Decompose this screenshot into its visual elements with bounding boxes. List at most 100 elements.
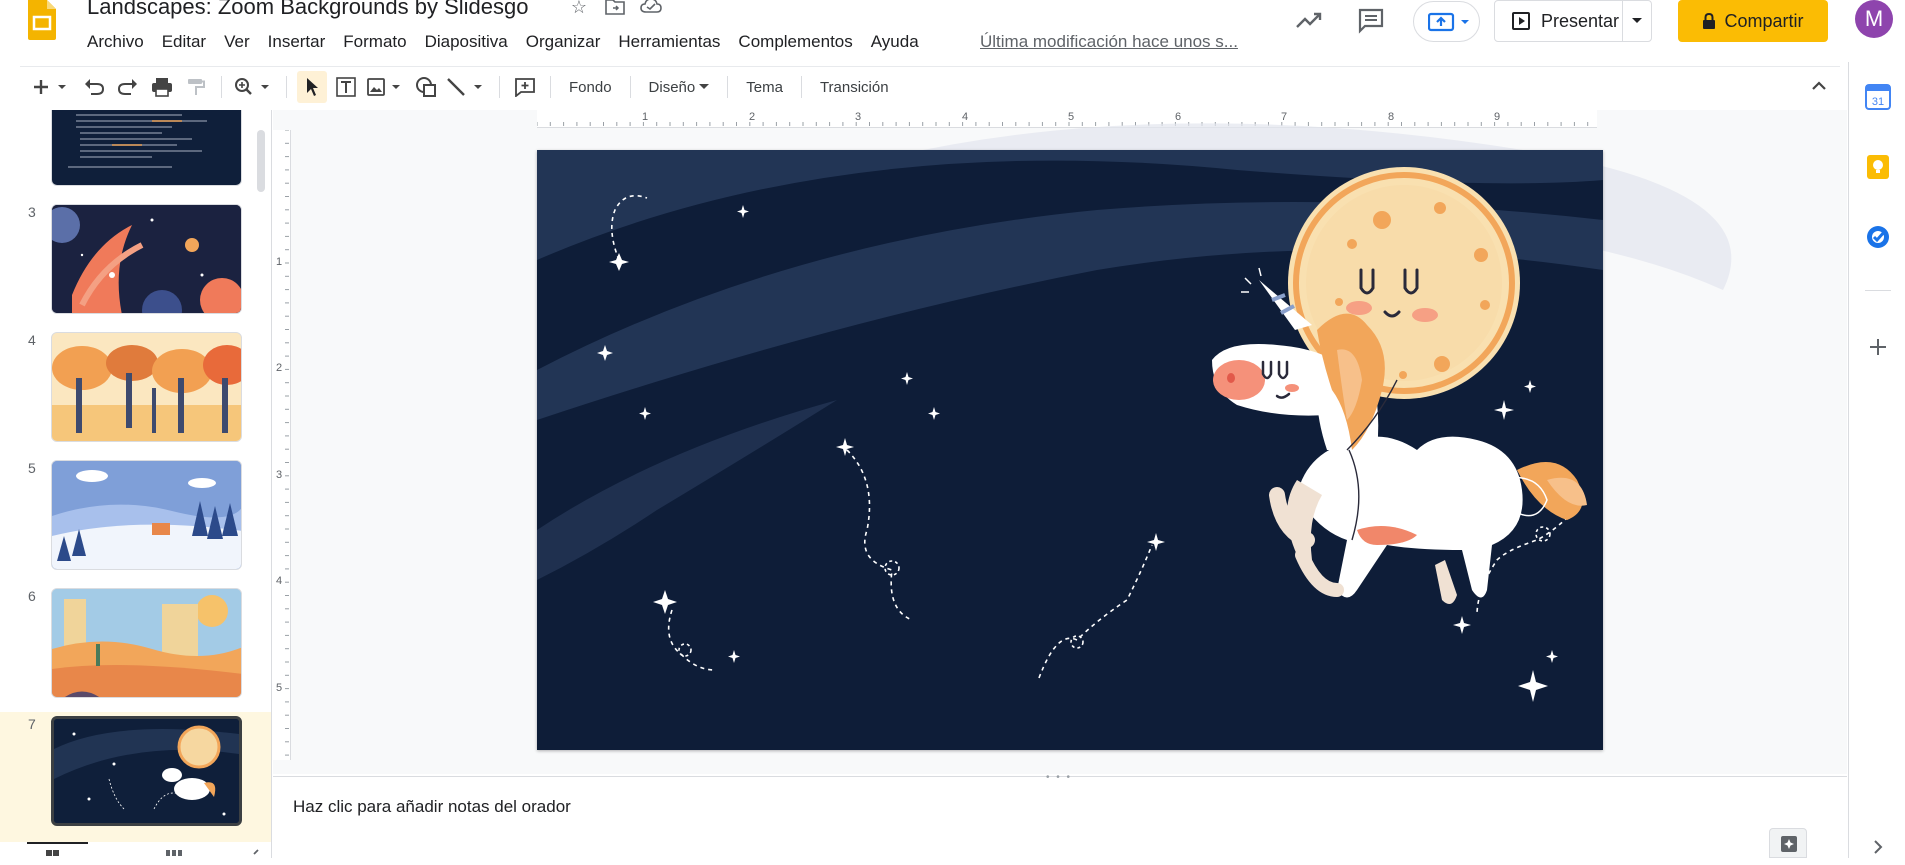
paint-format-button[interactable] [181, 71, 211, 103]
zoom-icon [235, 78, 269, 95]
slide-thumbnail-selected[interactable] [51, 716, 242, 826]
slide-canvas-area[interactable]: 1 2 3 4 5 6 7 8 9 1 2 3 4 5 [273, 110, 1847, 774]
star-icon[interactable]: ☆ [568, 0, 590, 20]
line-icon [447, 78, 482, 96]
meet-present-button[interactable] [1413, 1, 1480, 42]
tasks-icon[interactable] [1865, 224, 1891, 250]
select-tool-button[interactable] [297, 71, 327, 103]
filmstrip-view-controls [0, 842, 271, 858]
image-button[interactable] [365, 71, 407, 103]
zoom-button[interactable] [232, 71, 276, 103]
last-modified-link[interactable]: Última modificación hace unos s... [980, 32, 1238, 52]
menu-archivo[interactable]: Archivo [87, 30, 153, 54]
print-icon [152, 78, 172, 97]
undo-button[interactable] [79, 71, 109, 103]
slide-thumbnail[interactable] [51, 204, 242, 314]
redo-button[interactable] [113, 71, 143, 103]
transition-button[interactable]: Transición [812, 71, 897, 103]
top-bar: Landscapes: Zoom Backgrounds by Slidesgo… [0, 0, 1905, 62]
slide-thumbnail[interactable] [51, 588, 242, 698]
slide-thumbnail-row[interactable]: 5 [0, 460, 271, 584]
menu-complementos[interactable]: Complementos [729, 30, 861, 54]
slide-thumbnail[interactable] [51, 332, 242, 442]
present-options-dropdown[interactable] [1623, 17, 1651, 25]
share-button[interactable]: Compartir [1678, 0, 1828, 42]
speaker-notes-panel[interactable]: • • • Haz clic para añadir notas del ora… [273, 772, 1847, 858]
ruler-number: 2 [276, 362, 283, 374]
select-icon [307, 78, 318, 96]
slide-number: 4 [28, 332, 36, 348]
cloud-saved-icon[interactable] [640, 0, 662, 20]
slide-thumbnail-row[interactable]: 6 [0, 588, 271, 712]
comment-icon[interactable] [1356, 6, 1386, 36]
shape-button[interactable] [411, 71, 441, 103]
chevron-up-icon [1812, 81, 1826, 90]
menu-ver[interactable]: Ver [215, 30, 259, 54]
print-button[interactable] [147, 71, 177, 103]
side-panel: 31 [1848, 62, 1905, 858]
speaker-notes-placeholder[interactable]: Haz clic para añadir notas del orador [293, 797, 571, 817]
menu-organizar[interactable]: Organizar [517, 30, 610, 54]
calendar-day: 31 [1872, 96, 1884, 108]
ruler-number: 5 [276, 682, 283, 694]
add-comment-button[interactable] [510, 71, 540, 103]
google-slides-icon[interactable] [28, 0, 56, 40]
slide-filmstrip[interactable]: 3 4 5 6 7 [0, 110, 272, 858]
chevron-right-icon[interactable] [1865, 834, 1891, 860]
document-title[interactable]: Landscapes: Zoom Backgrounds by Slidesgo [87, 0, 528, 20]
comment-add-icon [515, 78, 535, 97]
collapse-toolbar-button[interactable] [1806, 73, 1832, 99]
text-box-icon [336, 77, 356, 97]
undo-icon [85, 79, 105, 95]
move-to-folder-icon[interactable] [604, 0, 626, 20]
slide-thumbnail-row[interactable]: 3 [0, 204, 271, 328]
menu-insertar[interactable]: Insertar [259, 30, 335, 54]
toolbar-divider [629, 76, 631, 98]
slide-thumbnail-row[interactable] [0, 110, 271, 206]
slide-number: 7 [28, 716, 36, 732]
slide-thumbnail-row[interactable]: 4 [0, 332, 271, 456]
ruler-number: 4 [276, 575, 283, 587]
slide-thumbnail-row-selected[interactable]: 7 [0, 712, 271, 842]
vertical-ruler[interactable]: 1 2 3 4 5 [273, 129, 291, 760]
add-icon[interactable] [1865, 334, 1891, 360]
slide-number: 3 [28, 204, 36, 220]
explore-button[interactable] [1769, 828, 1807, 858]
toolbar-divider [800, 76, 802, 98]
slide-editor-canvas[interactable] [537, 150, 1603, 750]
calendar-icon[interactable]: 31 [1865, 84, 1891, 110]
slide-number: 5 [28, 460, 36, 476]
toolbar-divider [550, 76, 551, 98]
redo-icon [117, 79, 137, 95]
present-button-group: Presentar [1494, 0, 1652, 42]
avatar[interactable]: M [1855, 0, 1893, 38]
trending-up-icon[interactable] [1294, 6, 1324, 36]
present-button[interactable]: Presentar [1495, 1, 1623, 41]
lock-icon [1703, 13, 1716, 29]
layout-button[interactable]: Diseño [641, 71, 718, 103]
filmstrip-scrollbar[interactable] [257, 130, 265, 192]
menu-herramientas[interactable]: Herramientas [609, 30, 729, 54]
slide-thumbnail[interactable] [51, 110, 242, 186]
present-icon [1512, 12, 1530, 30]
line-button[interactable] [445, 71, 489, 103]
theme-button[interactable]: Tema [738, 71, 791, 103]
menu-editar[interactable]: Editar [153, 30, 215, 54]
menu-diapositiva[interactable]: Diapositiva [416, 30, 517, 54]
layout-label: Diseño [648, 78, 696, 96]
keep-icon[interactable] [1865, 154, 1891, 180]
background-button[interactable]: Fondo [561, 71, 620, 103]
new-slide-button[interactable] [27, 71, 75, 103]
text-box-button[interactable] [331, 71, 361, 103]
menu-formato[interactable]: Formato [334, 30, 415, 54]
slide-thumbnail[interactable] [51, 460, 242, 570]
menu-ayuda[interactable]: Ayuda [862, 30, 928, 54]
image-icon [367, 78, 400, 96]
notes-resize-handle[interactable]: • • • [1046, 772, 1072, 783]
present-label: Presentar [1541, 10, 1620, 31]
share-label: Compartir [1724, 10, 1804, 31]
new-slide-icon [34, 80, 66, 94]
explore-icon [1781, 836, 1797, 852]
toolbar-divider [286, 76, 287, 98]
toolbar-divider [499, 76, 500, 98]
